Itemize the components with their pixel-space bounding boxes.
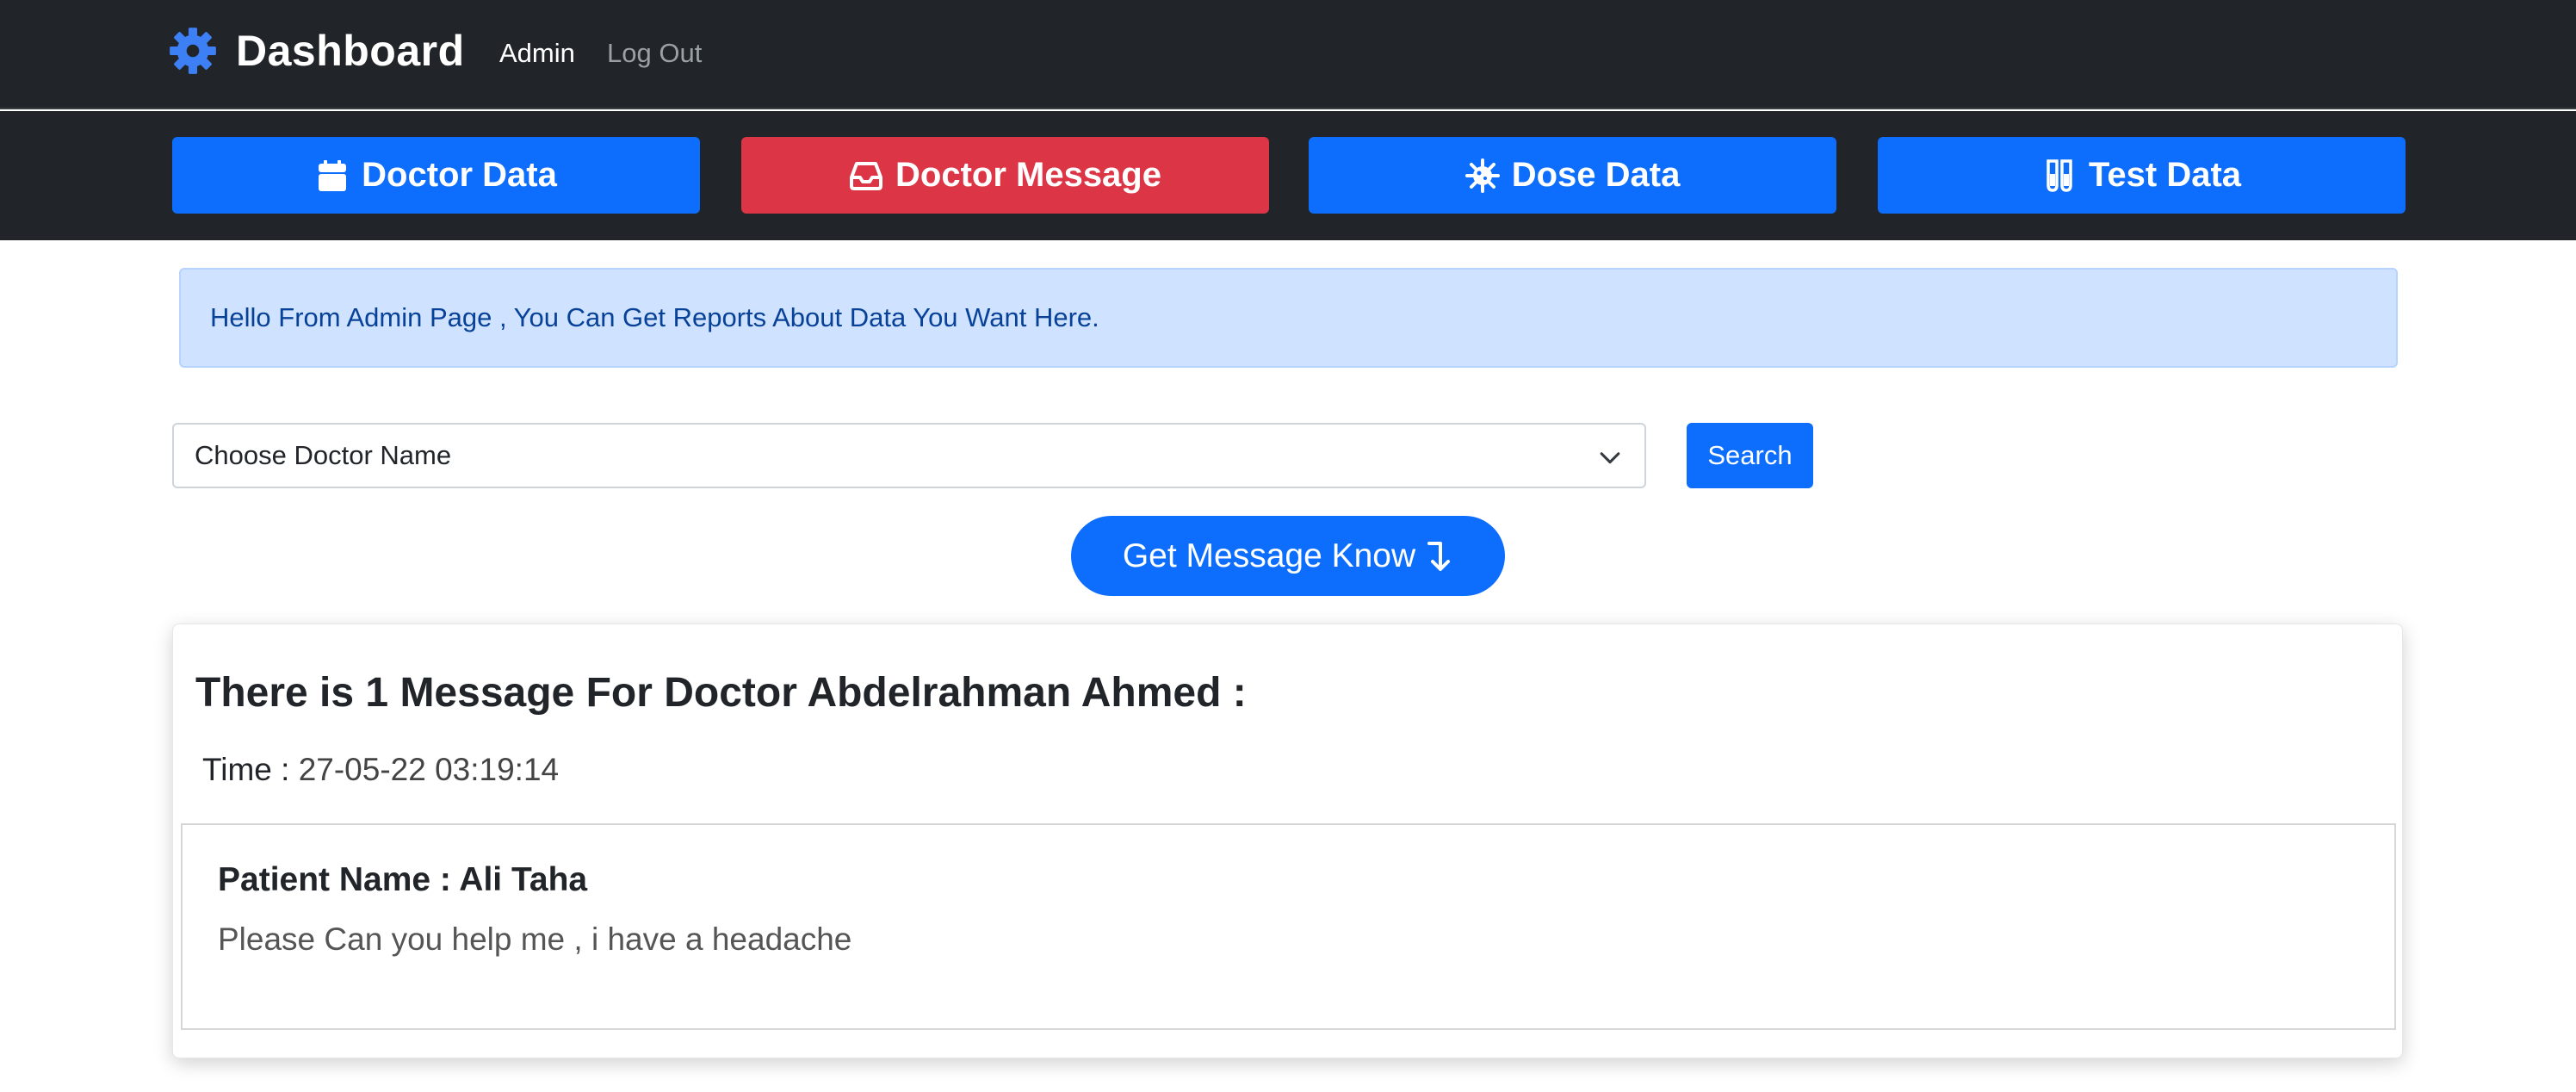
doctor-data-label: Doctor Data — [362, 156, 557, 194]
dose-data-label: Dose Data — [1511, 156, 1681, 194]
time-value: 27-05-22 03:19:14 — [298, 752, 560, 787]
doctor-select[interactable]: Choose Doctor Name — [172, 423, 1646, 488]
alert-text: Hello From Admin Page , You Can Get Repo… — [210, 302, 1099, 332]
get-message-label: Get Message Know — [1122, 537, 1416, 574]
doctor-message-button[interactable]: Doctor Message — [741, 137, 1269, 214]
doctor-data-button[interactable]: Doctor Data — [172, 137, 700, 214]
patient-name: Patient Name : Ali Taha — [218, 861, 588, 898]
category-bar: Doctor Data Doctor Message Dose Data Tes… — [0, 111, 2576, 240]
message-item: Patient Name : Ali Taha Please Can you h… — [181, 823, 2396, 1030]
result-title: There is 1 Message For Doctor Abdelrahma… — [195, 670, 1247, 716]
top-navbar: Dashboard Admin Log Out — [0, 0, 2576, 109]
virus-icon — [1464, 158, 1500, 193]
time-label: Time : — [202, 752, 290, 787]
dose-data-button[interactable]: Dose Data — [1309, 137, 1836, 214]
message-card: There is 1 Message For Doctor Abdelrahma… — [172, 624, 2403, 1058]
test-data-label: Test Data — [2088, 156, 2242, 194]
test-data-button[interactable]: Test Data — [1878, 137, 2406, 214]
gear-icon — [170, 28, 216, 74]
message-time: Time : 27-05-22 03:19:14 — [202, 752, 559, 788]
nav-link-admin[interactable]: Admin — [499, 38, 575, 69]
brand-title: Dashboard — [236, 27, 465, 75]
inbox-icon — [850, 161, 882, 190]
doctor-message-label: Doctor Message — [895, 156, 1161, 194]
get-message-button[interactable]: Get Message Know — [1071, 516, 1505, 596]
arrow-down-icon — [1427, 541, 1451, 571]
doctor-select-value: Choose Doctor Name — [195, 440, 452, 470]
message-text: Please Can you help me , i have a headac… — [218, 921, 852, 957]
nav-link-logout[interactable]: Log Out — [607, 38, 702, 69]
chevron-down-icon — [1600, 452, 1620, 464]
brand[interactable]: Dashboard — [169, 26, 465, 76]
calendar-icon — [319, 159, 347, 191]
search-button[interactable]: Search — [1687, 423, 1813, 488]
info-alert: Hello From Admin Page , You Can Get Repo… — [179, 268, 2398, 368]
test-tubes-icon — [2047, 158, 2072, 192]
